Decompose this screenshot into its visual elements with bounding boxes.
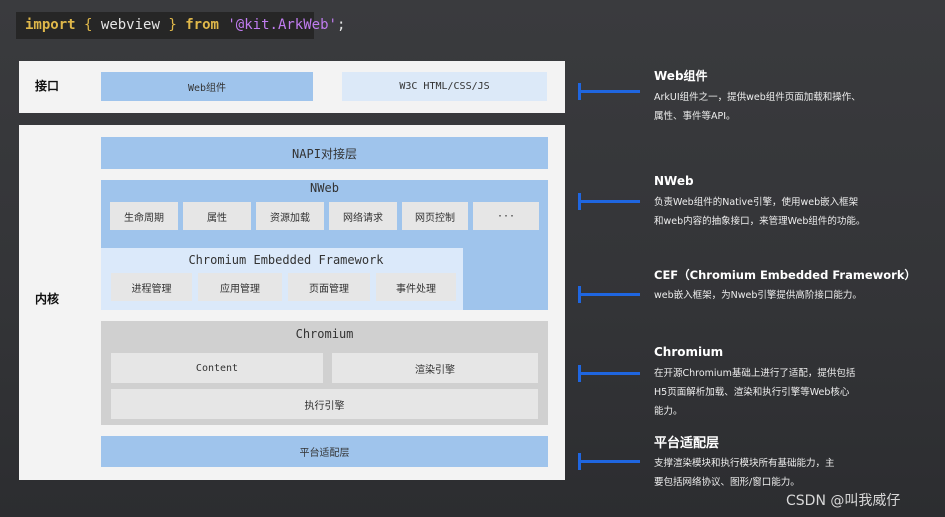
annotation-desc-platform: 支撑渲染模块和执行模块所有基础能力，主 要包括网络协议、图形/窗口能力。 xyxy=(654,454,894,492)
annotation-line-4 xyxy=(578,372,640,375)
nweb-cell-lifecycle: 生命周期 xyxy=(110,202,178,230)
annotation-desc-chromium-line-1: 在开源Chromium基础上进行了适配，提供包括 xyxy=(654,368,856,379)
annotation-title-nweb: NWeb xyxy=(654,174,694,188)
annotation-title-cef: CEF（Chromium Embedded Framework） xyxy=(654,268,916,282)
annotation-desc-chromium-line-3: 能力。 xyxy=(654,406,683,417)
nweb-cell-network-request: 网络请求 xyxy=(329,202,397,230)
annotation-line-5 xyxy=(578,460,640,463)
annotation-title-platform: 平台适配层 xyxy=(654,436,720,451)
annotation-desc-platform-line-1: 支撑渲染模块和执行模块所有基础能力，主 xyxy=(654,458,835,469)
annotation-line-3 xyxy=(578,293,640,296)
annotation-desc-chromium: 在开源Chromium基础上进行了适配，提供包括 H5页面解析加载、渲染和执行引… xyxy=(654,364,894,421)
annotation-desc-web-line-2: 属性、事件等API。 xyxy=(654,111,736,122)
web-component-box: Web组件 xyxy=(101,72,313,101)
annotation-line-2 xyxy=(578,200,640,203)
nweb-cell-more: ··· xyxy=(473,202,539,230)
chromium-title: Chromium xyxy=(295,327,354,341)
annotation-desc-cef: web嵌入框架，为Nweb引擎提供高阶接口能力。 xyxy=(654,286,894,305)
annotation-desc-web-line-1: ArkUI组件之一，提供web组件页面加载和操作、 xyxy=(654,92,861,103)
chromium-render-engine-box: 渲染引擎 xyxy=(332,353,538,383)
cef-title: Chromium Embedded Framework xyxy=(188,253,384,267)
chromium-content-box: Content xyxy=(111,353,323,383)
identifier-webview: webview xyxy=(100,17,160,33)
annotation-line-1 xyxy=(578,90,640,93)
nweb-title: NWeb xyxy=(310,181,339,195)
module-string: '@kit.ArkWeb' xyxy=(227,17,337,33)
cef-cell-page-management: 页面管理 xyxy=(288,273,370,301)
annotation-desc-nweb-line-2: 和web内容的抽象接口，来管理Web组件的功能。 xyxy=(654,216,866,227)
nweb-cell-resource-loading: 资源加载 xyxy=(256,202,324,230)
annotation-title-web: Web组件 xyxy=(654,69,708,83)
annotation-desc-web: ArkUI组件之一，提供web组件页面加载和操作、 属性、事件等API。 xyxy=(654,88,894,126)
nweb-cell-page-control: 网页控制 xyxy=(402,202,468,230)
cef-cell-process-management: 进程管理 xyxy=(111,273,192,301)
close-brace: } xyxy=(168,17,177,33)
annotation-desc-chromium-line-2: H5页面解析加载、渲染和执行引擎等Web核心 xyxy=(654,387,850,398)
annotation-desc-nweb-line-1: 负责Web组件的Native引擎，使用web嵌入框架 xyxy=(654,197,859,208)
from-keyword: from xyxy=(185,17,219,33)
nweb-cell-properties: 属性 xyxy=(183,202,251,230)
kernel-label: 内核 xyxy=(35,292,60,306)
annotation-title-chromium: Chromium xyxy=(654,345,724,359)
platform-adaptation-box: 平台适配层 xyxy=(101,436,548,467)
interface-label: 接口 xyxy=(35,79,60,93)
napi-layer-box: NAPI对接层 xyxy=(101,137,548,169)
annotation-desc-cef-line-1: web嵌入框架，为Nweb引擎提供高阶接口能力。 xyxy=(654,290,862,301)
semicolon: ; xyxy=(336,17,346,33)
import-keyword: import xyxy=(25,17,76,33)
cef-cell-app-management: 应用管理 xyxy=(198,273,282,301)
csdn-watermark: CSDN @叫我威仔 xyxy=(786,493,901,509)
annotation-desc-nweb: 负责Web组件的Native引擎，使用web嵌入框架 和web内容的抽象接口，来… xyxy=(654,193,894,231)
chromium-exec-engine-box: 执行引擎 xyxy=(111,389,538,419)
import-code-banner: import { webview } from '@kit.ArkWeb'; xyxy=(16,12,345,39)
w3c-box: W3C HTML/CSS/JS xyxy=(342,72,547,101)
cef-cell-event-handling: 事件处理 xyxy=(376,273,456,301)
open-brace: { xyxy=(84,17,93,33)
